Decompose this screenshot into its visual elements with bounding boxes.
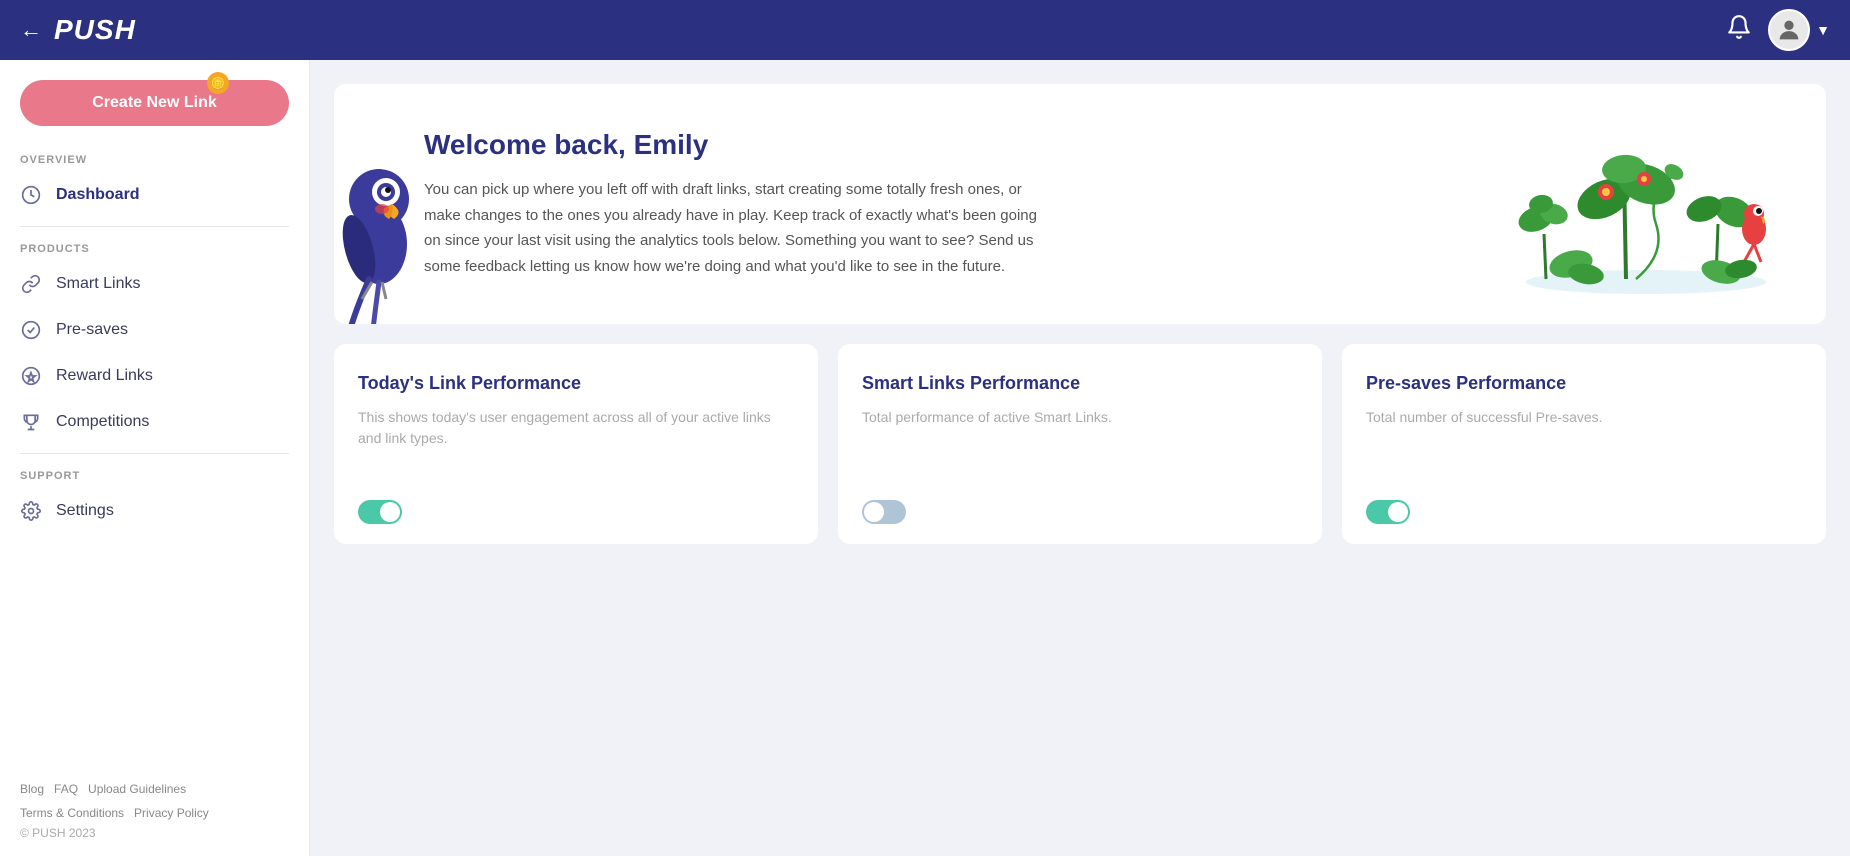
sidebar-item-dashboard-label: Dashboard xyxy=(56,186,140,204)
toggle-knob xyxy=(864,502,884,522)
sidebar-item-smart-links-label: Smart Links xyxy=(56,275,140,293)
card-smart-links-toggle-row xyxy=(862,484,1298,524)
topnav-icons: ▼ xyxy=(1726,9,1830,51)
layout: Create New Link 🪙 OVERVIEW Dashboard PRO… xyxy=(0,60,1850,856)
profile-chevron-icon[interactable]: ▼ xyxy=(1816,22,1830,38)
sidebar-divider-2 xyxy=(20,453,289,454)
create-btn-wrap: Create New Link 🪙 xyxy=(0,80,309,146)
sidebar-item-pre-saves-label: Pre-saves xyxy=(56,321,128,339)
card-smart-links-title: Smart Links Performance xyxy=(862,372,1298,395)
sidebar-section-support: SUPPORT xyxy=(0,462,309,488)
sidebar-footer: Blog FAQ Upload Guidelines Terms & Condi… xyxy=(0,766,309,856)
main-content: Welcome back, Emily You can pick up wher… xyxy=(310,60,1850,856)
footer-link-terms[interactable]: Terms & Conditions xyxy=(20,806,124,820)
footer-link-privacy[interactable]: Privacy Policy xyxy=(134,806,209,820)
sidebar-item-pre-saves[interactable]: Pre-saves xyxy=(0,307,309,353)
sidebar-item-reward-links[interactable]: Reward Links xyxy=(0,353,309,399)
sidebar-item-competitions-label: Competitions xyxy=(56,413,149,431)
star-icon xyxy=(20,365,42,387)
welcome-card: Welcome back, Emily You can pick up wher… xyxy=(334,84,1826,324)
app-logo: PUSH xyxy=(54,14,1726,46)
circle-check-icon xyxy=(20,319,42,341)
card-pre-saves-toggle[interactable] xyxy=(1366,500,1410,524)
card-pre-saves-performance: Pre-saves Performance Total number of su… xyxy=(1342,344,1826,544)
create-btn-label: Create New Link xyxy=(92,94,216,112)
card-smart-links-subtitle: Total performance of active Smart Links. xyxy=(862,407,1298,428)
footer-link-upload-guidelines[interactable]: Upload Guidelines xyxy=(88,782,186,796)
card-pre-saves-title: Pre-saves Performance xyxy=(1366,372,1802,395)
sidebar-section-products: PRODUCTS xyxy=(0,235,309,261)
card-pre-saves-toggle-row xyxy=(1366,484,1802,524)
cards-row: Today's Link Performance This shows toda… xyxy=(334,344,1826,544)
card-smart-links-performance: Smart Links Performance Total performanc… xyxy=(838,344,1322,544)
welcome-text-section: Welcome back, Emily You can pick up wher… xyxy=(364,129,1496,279)
card-todays-title: Today's Link Performance xyxy=(358,372,794,395)
sidebar-item-competitions[interactable]: Competitions xyxy=(0,399,309,445)
card-pre-saves-subtitle: Total number of successful Pre-saves. xyxy=(1366,407,1802,428)
card-smart-links-toggle[interactable] xyxy=(862,500,906,524)
toggle-knob xyxy=(380,502,400,522)
sidebar-section-overview: OVERVIEW xyxy=(0,146,309,172)
create-new-link-button[interactable]: Create New Link 🪙 xyxy=(20,80,289,126)
footer-link-faq[interactable]: FAQ xyxy=(54,782,78,796)
welcome-body: You can pick up where you left off with … xyxy=(424,177,1044,279)
card-todays-toggle[interactable] xyxy=(358,500,402,524)
sidebar-item-dashboard[interactable]: Dashboard xyxy=(0,172,309,218)
topnav: ← PUSH ▼ xyxy=(0,0,1850,60)
sidebar-item-reward-links-label: Reward Links xyxy=(56,367,153,385)
plant-illustration xyxy=(1496,114,1796,294)
link-icon xyxy=(20,273,42,295)
sidebar-item-settings[interactable]: Settings xyxy=(0,488,309,534)
sidebar-item-smart-links[interactable]: Smart Links xyxy=(0,261,309,307)
sidebar-copyright: © PUSH 2023 xyxy=(20,826,289,840)
sidebar-item-settings-label: Settings xyxy=(56,502,114,520)
gauge-icon xyxy=(20,184,42,206)
parrot-illustration xyxy=(334,104,434,324)
card-todays-toggle-row xyxy=(358,484,794,524)
sidebar-divider-1 xyxy=(20,226,289,227)
avatar[interactable] xyxy=(1768,9,1810,51)
back-button[interactable]: ← xyxy=(20,17,42,43)
sidebar: Create New Link 🪙 OVERVIEW Dashboard PRO… xyxy=(0,60,310,856)
card-todays-link-performance: Today's Link Performance This shows toda… xyxy=(334,344,818,544)
card-todays-subtitle: This shows today's user engagement acros… xyxy=(358,407,794,449)
trophy-icon xyxy=(20,411,42,433)
bell-icon[interactable] xyxy=(1726,14,1752,46)
gear-icon xyxy=(20,500,42,522)
footer-link-blog[interactable]: Blog xyxy=(20,782,44,796)
sidebar-footer-links: Blog FAQ Upload Guidelines Terms & Condi… xyxy=(20,782,289,820)
toggle-knob xyxy=(1388,502,1408,522)
coin-badge: 🪙 xyxy=(207,72,229,94)
welcome-title: Welcome back, Emily xyxy=(424,129,1496,161)
